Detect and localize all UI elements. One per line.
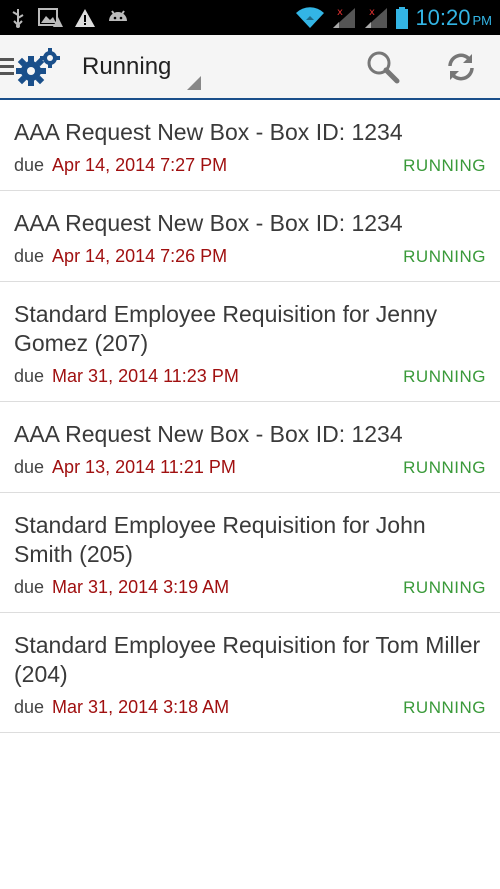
refresh-icon — [448, 53, 474, 80]
drawer-menu-icon — [0, 57, 14, 75]
list-item[interactable]: Standard Employee Requisition for John S… — [0, 493, 500, 613]
item-title: AAA Request New Box - Box ID: 1234 — [14, 421, 403, 447]
signal-1-icon: x — [333, 7, 356, 28]
list-item[interactable]: AAA Request New Box - Box ID: 1234 due A… — [0, 100, 500, 191]
list-item[interactable]: Standard Employee Requisition for Tom Mi… — [0, 613, 500, 733]
signal-2-icon: x — [365, 7, 388, 28]
view-spinner-label: Running — [82, 52, 172, 80]
search-button[interactable] — [344, 35, 422, 98]
item-title: Standard Employee Requisition for Tom Mi… — [14, 632, 481, 687]
process-list: AAA Request New Box - Box ID: 1234 due A… — [0, 100, 500, 733]
status-badge: RUNNING — [403, 457, 486, 477]
usb-icon — [12, 8, 24, 28]
android-icon — [109, 9, 127, 21]
battery-icon — [396, 6, 409, 29]
due-label: due — [14, 366, 45, 386]
clock: 10:20 PM — [415, 5, 492, 31]
due-date: Mar 31, 2014 3:18 AM — [52, 697, 230, 717]
clock-time: 10:20 — [415, 4, 471, 30]
status-badge: RUNNING — [403, 246, 486, 266]
due-label: due — [14, 697, 45, 717]
clock-ampm: PM — [472, 12, 493, 28]
due-date: Apr 13, 2014 11:21 PM — [52, 457, 236, 477]
item-title: AAA Request New Box - Box ID: 1234 — [14, 119, 403, 145]
due-label: due — [14, 155, 45, 175]
status-badge: RUNNING — [403, 697, 486, 717]
due-date: Apr 14, 2014 7:26 PM — [52, 246, 228, 266]
due-label: due — [14, 246, 45, 266]
warning-icon — [75, 8, 95, 27]
status-badge: RUNNING — [403, 577, 486, 597]
gears-logo-icon — [16, 47, 60, 86]
item-title: Standard Employee Requisition for John S… — [14, 512, 426, 567]
home-button[interactable] — [0, 35, 62, 98]
search-icon — [367, 51, 400, 83]
wifi-icon — [296, 6, 325, 28]
due-label: due — [14, 577, 45, 597]
refresh-button[interactable] — [422, 35, 500, 98]
due-date: Apr 14, 2014 7:27 PM — [52, 155, 228, 175]
status-bar: x x 10:20 PM — [0, 0, 500, 35]
svg-text:x: x — [337, 7, 343, 18]
status-badge: RUNNING — [403, 366, 486, 386]
action-bar: Running — [0, 35, 500, 100]
image-warning-icon — [38, 7, 63, 27]
due-date: Mar 31, 2014 3:19 AM — [52, 577, 230, 597]
item-title: AAA Request New Box - Box ID: 1234 — [14, 210, 403, 236]
svg-text:x: x — [369, 7, 375, 18]
item-title: Standard Employee Requisition for Jenny … — [14, 301, 438, 356]
list-item[interactable]: AAA Request New Box - Box ID: 1234 due A… — [0, 402, 500, 493]
due-date: Mar 31, 2014 11:23 PM — [52, 366, 239, 386]
status-badge: RUNNING — [403, 155, 486, 175]
list-item[interactable]: Standard Employee Requisition for Jenny … — [0, 282, 500, 402]
due-label: due — [14, 457, 45, 477]
spinner-triangle-icon — [187, 76, 202, 90]
view-spinner[interactable]: Running — [82, 35, 202, 98]
list-item[interactable]: AAA Request New Box - Box ID: 1234 due A… — [0, 191, 500, 282]
